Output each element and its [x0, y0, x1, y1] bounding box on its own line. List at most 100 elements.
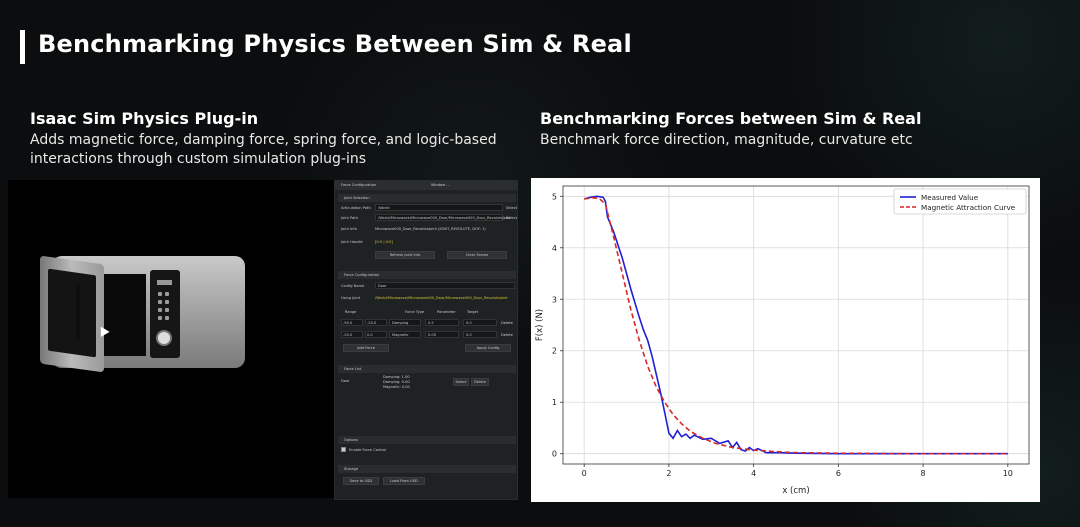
microwave-button: [165, 316, 169, 320]
y-tick-label: 1: [552, 398, 557, 407]
slide-title: Benchmarking Physics Between Sim & Real: [38, 30, 632, 58]
joint-info-label: Joint Info: [341, 227, 357, 231]
force-type-dropdown[interactable]: Magnetic: [389, 331, 421, 338]
microwave-button: [158, 292, 162, 296]
joint-info-value: Microwave000_Door_Revolutejoint (JOINT_R…: [375, 227, 486, 231]
microwave-button: [158, 316, 162, 320]
range-max-field[interactable]: -20.0: [365, 319, 387, 326]
legend-label: Magnetic Attraction Curve: [921, 203, 1016, 212]
left-desc-line-2: interactions through custom simulation p…: [30, 151, 366, 167]
target-field[interactable]: 0.0: [463, 331, 497, 338]
section-storage[interactable]: Storage: [338, 465, 516, 473]
delete-force-button[interactable]: Delete: [501, 321, 513, 325]
joint-info-row: Joint Info Microwave000_Door_Revolutejoi…: [341, 225, 517, 233]
y-tick-label: 4: [552, 244, 557, 253]
x-tick-label: 6: [836, 469, 841, 478]
force-configuration-panel: Force Configuration Window ... Joint Sel…: [334, 180, 518, 500]
enable-force-label: Enable Force Control: [349, 448, 387, 452]
force-chart: 0 2 4 6 8 10 0 1 2 3 4 5 x (cm) F(x) (N) Measured Valu…: [535, 185, 1030, 496]
col-range: Range: [345, 310, 357, 314]
legend-label: Measured Value: [921, 193, 979, 202]
joint-handle-label: Joint Handle: [341, 240, 363, 244]
joint-path-row: Joint Path /World/Microwave/Microwave000…: [341, 214, 517, 222]
target-field[interactable]: 0.0: [463, 319, 497, 326]
apply-config-button[interactable]: Apply Config: [465, 344, 511, 352]
add-force-button[interactable]: Add Force: [343, 344, 389, 352]
col-parameter: Parameter: [437, 310, 456, 314]
panel-title: Force Configuration: [341, 183, 377, 187]
range-min-field[interactable]: -90.0: [341, 319, 363, 326]
save-to-usd-button[interactable]: Save to USD: [343, 477, 379, 485]
col-force-type: Force Type: [405, 310, 425, 314]
load-from-usd-button[interactable]: Load From USD: [383, 477, 425, 485]
panel-title-right: Window ...: [431, 183, 450, 187]
range-max-field[interactable]: 0.0: [365, 331, 387, 338]
microwave-display: [157, 280, 172, 285]
delete-force-button[interactable]: Delete: [501, 333, 513, 337]
microwave-button: [158, 300, 162, 304]
microwave-button: [158, 308, 162, 312]
plot-frame: [562, 185, 1030, 465]
left-section-description: Adds magnetic force, damping force, spri…: [30, 131, 497, 169]
parameter-field[interactable]: 0.5: [425, 319, 459, 326]
force-row: -90.0 -20.0 Damping 0.5 0.0 Delete: [341, 319, 517, 327]
force-list-select-button[interactable]: Select: [453, 378, 469, 386]
force-type-dropdown[interactable]: Damping: [389, 319, 421, 326]
force-list-spring: Damping: 0.00: [383, 380, 410, 384]
range-min-field[interactable]: -20.0: [341, 331, 363, 338]
config-name-label: Config Name: [341, 284, 365, 288]
config-name-field[interactable]: Door: [375, 282, 515, 289]
x-axis-label: x (cm): [782, 486, 809, 496]
y-tick-label: 5: [552, 192, 557, 201]
force-chart-container: 0 2 4 6 8 10 0 1 2 3 4 5 x (cm) F(x) (N) Measured Valu…: [531, 178, 1040, 502]
section-joint-selection[interactable]: Joint Selection: [338, 194, 516, 202]
x-tick-label: 10: [1003, 469, 1013, 478]
simulation-viewport[interactable]: [8, 180, 334, 498]
magnetic-attraction-curve-line: [584, 196, 1008, 455]
microwave-cavity: [104, 274, 146, 356]
joint-handle-value: [0:0 | 0:0]: [375, 240, 393, 244]
right-section-heading: Benchmarking Forces between Sim & Real: [540, 109, 922, 128]
articulation-select-button[interactable]: Select: [506, 206, 517, 210]
force-list-item: Door Damping: 1.00 Damping: 0.00 Magneti…: [341, 375, 517, 395]
x-tick-label: 2: [666, 469, 671, 478]
clear-forces-button[interactable]: Clear Forces: [447, 251, 507, 259]
microwave-button: [165, 308, 169, 312]
x-tick-label: 8: [921, 469, 926, 478]
config-name-row: Config Name Door: [341, 282, 517, 290]
enable-force-checkbox[interactable]: [341, 447, 346, 452]
panel-title-bar: Force Configuration Window ...: [335, 181, 517, 190]
force-table-header: Range Force Type Parameter Target: [341, 308, 517, 316]
left-section-heading: Isaac Sim Physics Plug-in: [30, 109, 259, 128]
x-tick-label: 4: [751, 469, 756, 478]
y-axis-label: F(x) (N): [535, 309, 545, 341]
microwave-door-handle[interactable]: [76, 283, 80, 341]
section-force-configuration[interactable]: Force Configuration: [338, 271, 516, 279]
section-options[interactable]: Options: [338, 436, 516, 444]
using-joint-label: Using Joint: [341, 296, 361, 300]
using-joint-value: /World/Microwave/Microwave000_Door/Micro…: [375, 296, 508, 300]
microwave-door-window: [48, 268, 96, 358]
microwave-button: [165, 292, 169, 296]
right-section-description: Benchmark force direction, magnitude, cu…: [540, 132, 913, 148]
joint-path-label: Joint Path: [341, 216, 358, 220]
left-desc-line-1: Adds magnetic force, damping force, spri…: [30, 132, 497, 148]
refresh-joint-info-button[interactable]: Refresh Joint Info: [375, 251, 435, 259]
force-list-name: Door: [341, 379, 350, 383]
x-tick-label: 0: [582, 469, 587, 478]
col-target: Target: [467, 310, 479, 314]
title-accent-bar: [20, 30, 25, 64]
joint-select-button[interactable]: Select: [506, 216, 517, 220]
section-force-list[interactable]: Force List: [338, 365, 516, 373]
microwave-button: [165, 300, 169, 304]
force-list-delete-button[interactable]: Delete: [471, 378, 489, 386]
parameter-field[interactable]: 0.00: [425, 331, 459, 338]
joint-path-field[interactable]: /World/Microwave/Microwave000_Door/Micro…: [375, 214, 511, 221]
articulation-row: Articulation Path /World Select: [341, 204, 517, 212]
y-tick-label: 3: [552, 295, 557, 304]
enable-force-row: Enable Force Control: [341, 446, 517, 454]
force-row: -20.0 0.0 Magnetic 0.00 0.0 Delete: [341, 331, 517, 339]
articulation-label: Articulation Path: [341, 206, 371, 210]
force-list-magnetic: Magnetic: 0.00: [383, 385, 410, 389]
articulation-path-field[interactable]: /World: [375, 204, 503, 211]
